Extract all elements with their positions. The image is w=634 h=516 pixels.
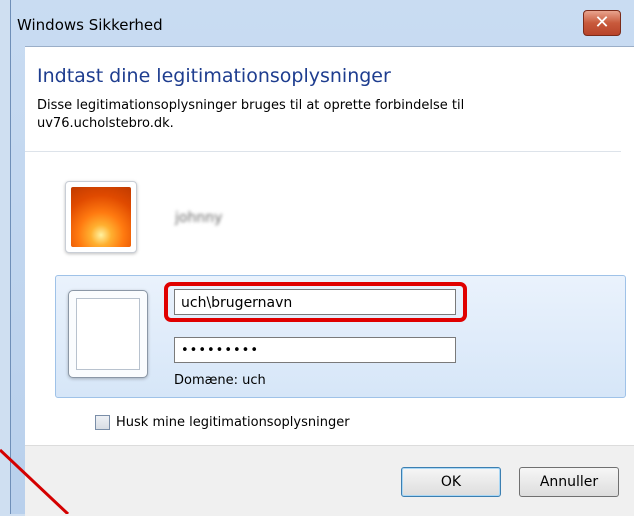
cancel-button[interactable]: Annuller [519, 467, 619, 497]
remember-credentials[interactable]: Husk mine legitimationsoplysninger [95, 413, 350, 431]
saved-user-tile[interactable] [65, 181, 137, 253]
window-title: Windows Sikkerhed [17, 16, 163, 34]
ok-button[interactable]: OK [401, 467, 501, 497]
saved-user-name[interactable]: johnny [175, 210, 222, 226]
dialog-body: Indtast dine legitimationsoplysninger Di… [25, 46, 634, 516]
security-dialog-window: Windows Sikkerhed ✕ Indtast dine legitim… [10, 0, 634, 516]
close-icon: ✕ [594, 12, 610, 33]
blank-user-icon [76, 298, 140, 370]
dialog-description: Disse legitimationsoplysninger bruges ti… [37, 98, 465, 131]
separator [25, 151, 621, 152]
title-bar[interactable]: Windows Sikkerhed ✕ [11, 0, 634, 46]
domain-label: Domæne: uch [174, 373, 266, 388]
close-button[interactable]: ✕ [583, 10, 621, 36]
dialog-heading: Indtast dine legitimationsoplysninger [37, 65, 391, 87]
blank-user-tile [68, 290, 148, 378]
remember-checkbox[interactable] [95, 414, 110, 430]
username-highlight [164, 282, 467, 322]
flower-avatar-icon [71, 187, 131, 247]
credential-panel: uch\brugernavn ••••••••• Domæne: uch [55, 275, 626, 398]
remember-label[interactable]: Husk mine legitimationsoplysninger [116, 415, 350, 430]
dialog-footer: OK Annuller [25, 445, 634, 516]
password-input[interactable]: ••••••••• [174, 337, 456, 363]
